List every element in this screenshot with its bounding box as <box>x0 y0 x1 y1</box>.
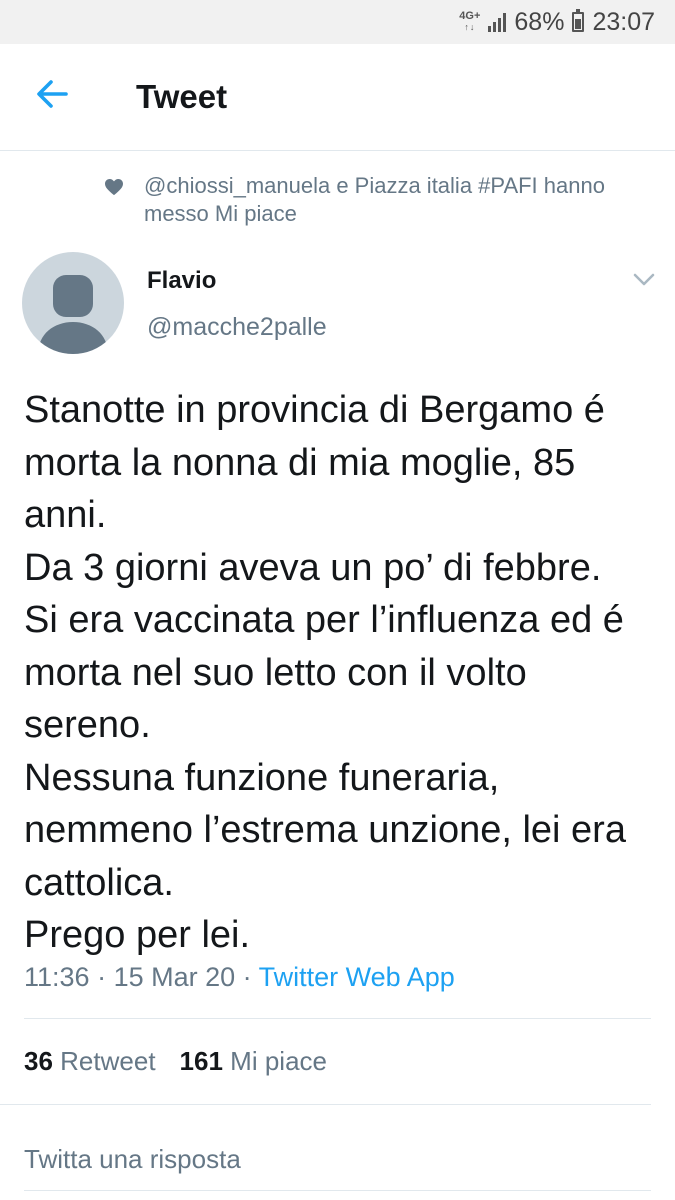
tweet-line: Da 3 giorni aveva un po’ di febbre. <box>24 546 602 589</box>
network-type: 4G+ <box>459 10 481 22</box>
social-context-text: @chiossi_manuela e Piazza italia #PAFI h… <box>144 173 605 226</box>
default-profile-icon <box>38 275 108 354</box>
divider <box>0 1104 651 1105</box>
divider <box>24 1018 651 1019</box>
battery-icon <box>572 9 585 32</box>
tweet-time: 11:36 <box>24 962 90 992</box>
like-label: Mi piace <box>230 1046 327 1076</box>
tweet-line: Prego per lei. <box>24 914 251 956</box>
battery-fill <box>575 19 582 29</box>
divider <box>24 1190 651 1191</box>
avatar[interactable] <box>22 252 124 354</box>
author-name[interactable]: Flavio <box>147 267 216 295</box>
page-title: Tweet <box>136 78 228 115</box>
arrow-left-icon <box>37 80 68 108</box>
retweet-label: Retweet <box>60 1046 156 1076</box>
likes-stat[interactable]: 161 Mi piace <box>180 1046 327 1076</box>
reply-input[interactable]: Twitta una risposta <box>24 1144 241 1175</box>
heart-icon <box>105 178 123 196</box>
meta-separator: · <box>235 962 259 992</box>
tweet-meta: 11:36 · 15 Mar 20 · Twitter Web App <box>24 962 455 993</box>
battery-percent: 68% <box>514 7 565 36</box>
tweet-source-link[interactable]: Twitter Web App <box>259 962 455 992</box>
tweet-stats: 36 Retweet 161 Mi piace <box>24 1046 327 1077</box>
app-header: Tweet <box>0 44 675 151</box>
signal-icon <box>488 12 507 32</box>
tweet-line: Si era vaccinata per l’influenza ed é mo… <box>24 599 624 746</box>
chevron-down-icon[interactable] <box>632 272 656 288</box>
tweet-text: Stanotte in provincia di Bergamo é morta… <box>24 384 659 962</box>
retweets-stat[interactable]: 36 Retweet <box>24 1046 156 1076</box>
author-handle[interactable]: @macche2palle <box>147 313 327 342</box>
network-indicator: 4G+ ↑↓ <box>459 11 480 33</box>
retweet-count: 36 <box>24 1046 53 1076</box>
tweet-line: Stanotte in provincia di Bergamo é morta… <box>24 389 605 536</box>
like-count: 161 <box>179 1046 223 1076</box>
data-arrows-icon: ↑↓ <box>464 22 476 32</box>
meta-separator: · <box>89 962 114 992</box>
tweet-date: 15 Mar 20 <box>113 962 236 992</box>
back-button[interactable] <box>32 74 72 114</box>
status-bar: 4G+ ↑↓ 68% 23:07 <box>0 0 675 44</box>
clock: 23:07 <box>592 7 655 36</box>
tweet-line: Nessuna funzione funeraria, nemmeno l’es… <box>24 756 626 904</box>
status-bar-right: 4G+ ↑↓ 68% 23:07 <box>459 6 655 38</box>
